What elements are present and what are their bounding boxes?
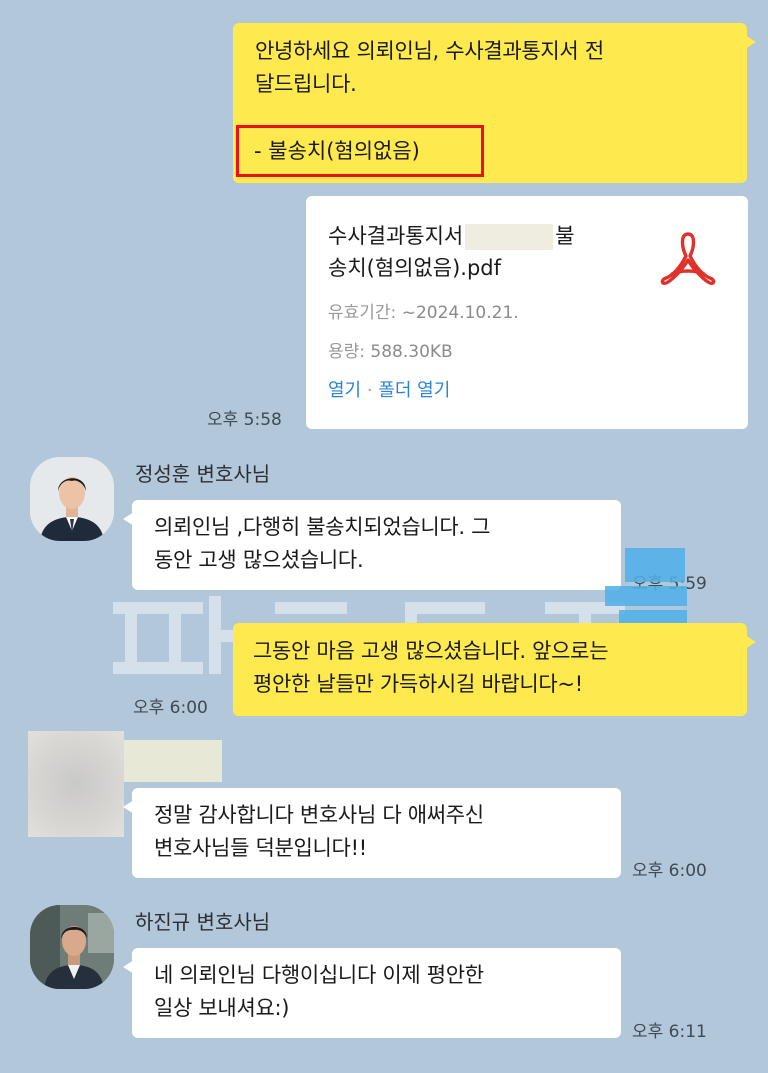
- acrobat-pdf-icon: [660, 232, 716, 286]
- lawyer-message-bubble-2[interactable]: 네 의뢰인님 다행이십니다 이제 평안한 일상 보내셔요:): [123, 948, 621, 1038]
- message-text-line: 달드립니다.: [255, 72, 357, 96]
- my-message-bubble-2[interactable]: 그동안 마음 고생 많으셨습니다. 앞으로는 평안한 날들만 가득하시길 바랍니…: [233, 623, 756, 716]
- message-time: 오후 6:00: [632, 861, 707, 881]
- message-time: 오후 5:58: [207, 410, 282, 430]
- file-name: 수사결과통지서 불 송치(혐의없음).pdf: [328, 220, 575, 284]
- sender-name: 정성훈 변호사님: [135, 462, 271, 486]
- validity-row: 유효기간: ~2024.10.21.: [328, 298, 519, 323]
- separator: ·: [366, 380, 373, 401]
- size-row: 용량: 588.30KB: [328, 337, 453, 362]
- size-value: 588.30KB: [370, 342, 453, 362]
- lawyer-message-bubble-1[interactable]: 의뢰인님 ,다행히 불송치되었습니다. 그 동안 고생 많으셨습니다.: [123, 500, 621, 590]
- message-time: 오후 5:59: [632, 574, 707, 594]
- avatar[interactable]: [30, 457, 114, 541]
- size-label: 용량:: [328, 342, 366, 362]
- lawyer-portrait-icon: [30, 905, 114, 989]
- message-text-line: 정말 감사합니다 변호사님 다 애써주신: [154, 803, 484, 827]
- file-name-part: 수사결과통지서: [328, 224, 464, 248]
- message-text-line: 그동안 마음 고생 많으셨습니다. 앞으로는: [253, 639, 609, 663]
- message-text-line: 안녕하세요 의뢰인님, 수사결과통지서 전: [255, 39, 604, 63]
- avatar[interactable]: [30, 905, 114, 989]
- message-time: 오후 6:11: [632, 1022, 707, 1042]
- file-actions: 열기 · 폴더 열기: [328, 376, 450, 402]
- message-text-line: 일상 보내셔요:): [154, 996, 290, 1020]
- lawyer-portrait-icon: [30, 457, 114, 541]
- client-message-bubble[interactable]: 정말 감사합니다 변호사님 다 애써주신 변호사님들 덕분입니다!!: [123, 788, 621, 878]
- message-text-line: 평안한 날들만 가득하시길 바랍니다~!: [253, 672, 583, 696]
- open-link[interactable]: 열기: [328, 380, 361, 401]
- file-name-part: 불: [555, 224, 575, 248]
- message-time: 오후 6:00: [133, 698, 208, 718]
- validity-value: ~2024.10.21.: [401, 303, 519, 323]
- message-text-line: 변호사님들 덕분입니다!!: [154, 836, 367, 860]
- message-text-line: 의뢰인님 ,다행히 불송치되었습니다. 그: [154, 515, 491, 539]
- validity-label: 유효기간:: [328, 303, 397, 323]
- file-name-part: 송치(혐의없음).pdf: [328, 256, 502, 280]
- sender-name: 하진규 변호사님: [135, 910, 271, 934]
- blurred-avatar[interactable]: [28, 731, 124, 837]
- blurred-sender-name: [124, 740, 222, 782]
- open-folder-link[interactable]: 폴더 열기: [378, 380, 450, 401]
- message-text-line: 네 의뢰인님 다행이십니다 이제 평안한: [154, 963, 484, 987]
- file-attachment-card[interactable]: 수사결과통지서 불 송치(혐의없음).pdf 유효기간: ~2024.10.21.…: [306, 196, 748, 429]
- message-text-line: 동안 고생 많으셨습니다.: [154, 548, 364, 572]
- redacted-patch: [465, 224, 554, 250]
- highlighted-text: - 불송치(혐의없음): [254, 139, 420, 163]
